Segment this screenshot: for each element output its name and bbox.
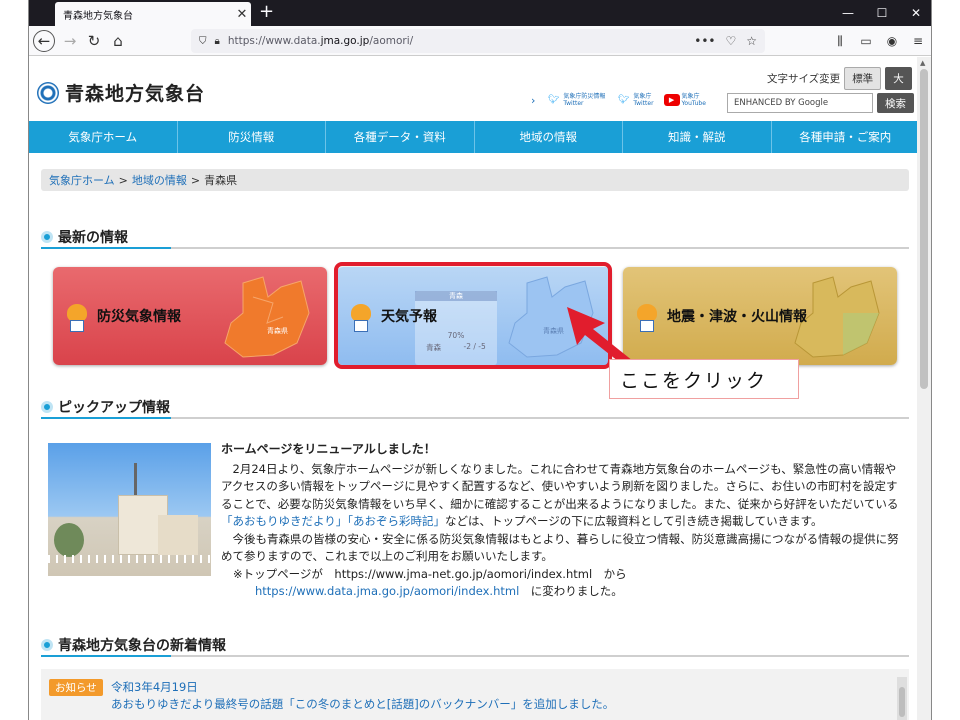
breadcrumb-current: 青森県 [204, 174, 238, 187]
browser-window: 青森地方気象台 ✕ + — ☐ ✕ ← → ↻ ⌂ ⛉ 🔒︎ https://w… [28, 0, 932, 720]
font-size-label: 文字サイズ変更 [767, 73, 841, 85]
tab-title: 青森地方気象台 [63, 10, 133, 22]
pickup-note: ※トップページが https://www.jma-net.go.jp/aomor… [233, 566, 627, 581]
jma-youtube-link[interactable]: ▶ 気象庁 YouTube [663, 93, 706, 107]
account-icon[interactable]: ◉ [881, 30, 903, 52]
breadcrumb-separator: > [190, 173, 201, 187]
reload-button[interactable]: ↻ [83, 30, 105, 52]
new-url-link[interactable]: https://www.data.jma.go.jp/aomori/index.… [255, 584, 519, 598]
toolbar-right: ⫼ ▭ ◉ ≡ [829, 30, 929, 52]
scrollbar-thumb[interactable] [920, 69, 928, 389]
news-item-link[interactable]: あおもりゆきだより最終号の話題「この冬のまとめと[話題]のバックナンバー」を追加… [111, 696, 614, 712]
section-bullet-icon [41, 231, 53, 243]
disaster-twitter-link[interactable]: 🐦︎ 気象庁防災情報 Twitter [545, 93, 606, 107]
pickup-new-url: https://www.data.jma.go.jp/aomori/index.… [255, 584, 623, 598]
window-controls: — ☐ ✕ [831, 0, 931, 26]
section-heading-latest: 最新の情報 [41, 227, 909, 249]
banner-disaster-info[interactable]: 防災気象情報 青森県 [53, 267, 327, 365]
twitter-icon: 🐦︎ [617, 94, 630, 105]
bookmark-star-icon[interactable]: ☆ [746, 34, 757, 48]
pickup-paragraph-1: 2月24日より、気象庁ホームページが新しくなりました。これに合わせて青森地方気象… [221, 461, 899, 529]
banner-earthquake-tsunami-volcano[interactable]: 地震・津波・火山情報 [623, 267, 897, 365]
address-bar[interactable]: ⛉ 🔒︎ https://www.data.jma.go.jp/aomori/ … [191, 29, 765, 53]
social-links: › 🐦︎ 気象庁防災情報 Twitter 🐦︎ 気象庁 Twitter ▶ 気象庁 Y… [531, 93, 706, 107]
pickup-title: ホームページをリニューアルしました！ [221, 442, 436, 456]
nav-item-knowledge[interactable]: 知識・解説 [623, 121, 772, 153]
site-name: 青森地方気象台 [65, 83, 206, 105]
map-label: 青森県 [267, 326, 288, 335]
breadcrumb-region[interactable]: 地域の情報 [132, 172, 187, 188]
scroll-up-icon[interactable]: ▲ [920, 59, 925, 67]
nav-item-jma-home[interactable]: 気象庁ホーム [29, 121, 178, 153]
nav-item-applications[interactable]: 各種申請・ご案内 [772, 121, 920, 153]
url-text[interactable]: https://www.data.jma.go.jp/aomori/ [228, 35, 694, 47]
click-here-callout: ここをクリック [609, 359, 799, 399]
section-bullet-icon [41, 401, 53, 413]
menu-icon[interactable]: ≡ [907, 30, 929, 52]
aomori-map-icon: 青森県 [224, 276, 310, 358]
observatory-photo [48, 443, 211, 576]
pickup-article: ホームページをリニューアルしました！ 2月24日より、気象庁ホームページが新しく… [221, 441, 907, 601]
jma-twitter-link[interactable]: 🐦︎ 気象庁 Twitter [615, 93, 654, 107]
banner-label: 防災気象情報 [97, 309, 181, 325]
section-bullet-icon [41, 639, 53, 651]
sidebar-icon[interactable]: ▭ [855, 30, 877, 52]
nav-item-disaster[interactable]: 防災情報 [178, 121, 326, 153]
section-title: 最新の情報 [58, 230, 128, 246]
jma-logo-icon [37, 81, 59, 104]
minimize-button[interactable]: — [831, 0, 865, 26]
section-heading-news: 青森地方気象台の新着情報 [41, 635, 909, 657]
pointer-arrow-icon [567, 307, 633, 365]
maximize-button[interactable]: ☐ [865, 0, 899, 26]
youtube-icon: ▶ [663, 94, 680, 106]
mascot-icon [633, 300, 661, 332]
font-standard-button[interactable]: 標準 [844, 67, 882, 90]
page-actions-icon[interactable]: ••• [694, 34, 715, 48]
twitter-icon: 🐦︎ [547, 94, 560, 105]
search-button[interactable]: 検索 [877, 93, 914, 113]
site-logo[interactable]: 青森地方気象台 [37, 79, 205, 106]
news-category-badge: お知らせ [49, 679, 103, 696]
mascot-icon [63, 300, 91, 332]
search-input[interactable]: ENHANCED BY Google [727, 93, 873, 113]
shield-icon[interactable]: ⛉ [199, 36, 207, 47]
pickup-paragraph-2: 今後も青森県の皆様の安心・安全に係る防災気象情報はもとより、暮らしに役立つ情報、… [221, 531, 899, 564]
page-content: 青森地方気象台 文字サイズ変更 標準 大 › 🐦︎ 気象庁防災情報 Twitter… [29, 57, 919, 720]
back-button[interactable]: ← [33, 30, 55, 52]
browser-tab[interactable]: 青森地方気象台 ✕ [55, 2, 251, 26]
library-icon[interactable]: ⫼ [829, 30, 851, 52]
page-scrollbar[interactable]: ▲ [917, 57, 931, 720]
forward-button[interactable]: → [59, 30, 81, 52]
breadcrumb-separator: > [118, 173, 128, 187]
chevron-right-icon: › [531, 93, 536, 107]
site-search: ENHANCED BY Google 検索 [727, 93, 914, 113]
tab-bar: 青森地方気象台 ✕ + — ☐ ✕ [29, 0, 931, 26]
font-large-button[interactable]: 大 [885, 67, 912, 90]
nav-item-data[interactable]: 各種データ・資料 [326, 121, 475, 153]
lock-icon: 🔒︎ [214, 35, 220, 47]
navigation-toolbar: ← → ↻ ⌂ ⛉ 🔒︎ https://www.data.jma.go.jp/… [29, 26, 931, 56]
home-button[interactable]: ⌂ [107, 30, 129, 52]
yukidayori-link[interactable]: 「あおもりゆきだより」 [221, 514, 347, 528]
news-scrollbar[interactable] [897, 677, 907, 720]
banner-label: 天気予報 [381, 309, 437, 325]
section-title: ピックアップ情報 [58, 400, 170, 416]
section-heading-pickup: ピックアップ情報 [41, 397, 909, 419]
new-tab-button[interactable]: + [259, 3, 274, 21]
banner-label: 地震・津波・火山情報 [667, 309, 807, 325]
pocket-icon[interactable]: ♡ [725, 34, 736, 48]
aozora-link[interactable]: 「あおぞら彩時記」 [347, 514, 445, 528]
close-window-button[interactable]: ✕ [899, 0, 931, 26]
news-date: 令和3年4月19日 [111, 680, 198, 694]
breadcrumb: 気象庁ホーム > 地域の情報 > 青森県 [41, 169, 909, 191]
font-size-control: 文字サイズ変更 標準 大 [767, 67, 912, 90]
section-title: 青森地方気象台の新着情報 [58, 638, 226, 654]
breadcrumb-home[interactable]: 気象庁ホーム [49, 172, 115, 188]
main-navigation: 気象庁ホーム 防災情報 各種データ・資料 地域の情報 知識・解説 各種申請・ご案… [29, 121, 919, 153]
nav-item-region[interactable]: 地域の情報 [475, 121, 623, 153]
tab-close-icon[interactable]: ✕ [233, 7, 251, 22]
